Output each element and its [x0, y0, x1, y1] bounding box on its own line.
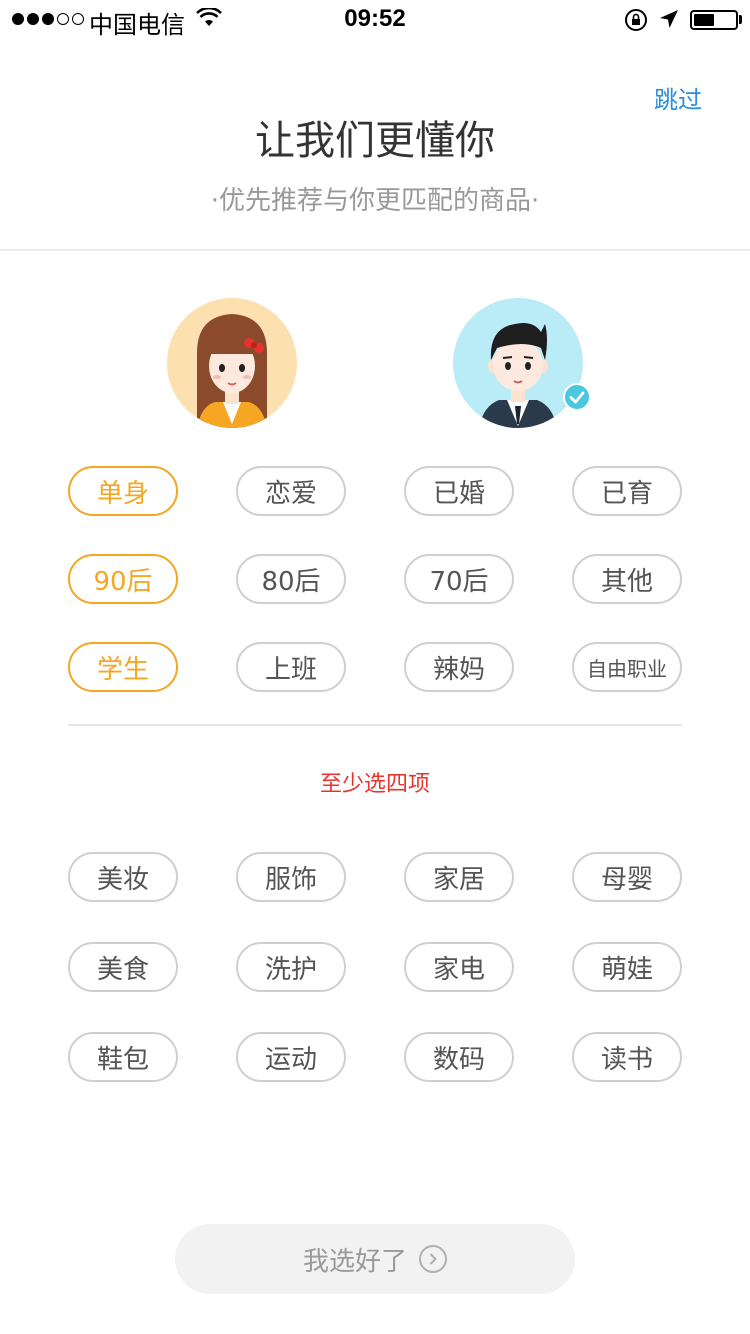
page-title: 让我们更懂你: [255, 118, 495, 164]
battery-icon: [690, 10, 738, 30]
orientation-lock-icon: [624, 8, 648, 36]
tag-jia-dian[interactable]: 家电: [404, 942, 514, 992]
min-selection-hint: 至少选四项: [319, 772, 430, 797]
tag-yi-yu[interactable]: 已育: [572, 466, 682, 516]
tag-fu-shi[interactable]: 服饰: [236, 852, 346, 902]
tag-90-hou[interactable]: 90后: [68, 554, 178, 604]
location-arrow-icon: [658, 8, 680, 34]
section-divider: [68, 724, 682, 726]
page-subtitle: ·优先推荐与你更匹配的商品·: [210, 186, 540, 216]
tag-du-shu[interactable]: 读书: [572, 1032, 682, 1082]
male-avatar-icon: [453, 298, 583, 428]
header-divider: [0, 249, 750, 251]
tag-yi-hun[interactable]: 已婚: [404, 466, 514, 516]
tag-dan-shen[interactable]: 单身: [68, 466, 178, 516]
tag-mei-shi[interactable]: 美食: [68, 942, 178, 992]
profile-tag-grid: 单身 恋爱 已婚 已育 90后 80后 70后 其他 学生 上班 辣妈 自由职业: [68, 466, 682, 692]
tag-xue-sheng[interactable]: 学生: [68, 642, 178, 692]
female-avatar-option[interactable]: [167, 298, 297, 428]
tag-zi-you-zhi-ye[interactable]: 自由职业: [572, 642, 682, 692]
battery-level: [694, 14, 714, 26]
female-avatar-icon: [167, 298, 297, 428]
tag-shu-ma[interactable]: 数码: [404, 1032, 514, 1082]
tag-80-hou[interactable]: 80后: [236, 554, 346, 604]
tag-yun-dong[interactable]: 运动: [236, 1032, 346, 1082]
tag-la-ma[interactable]: 辣妈: [404, 642, 514, 692]
tag-jia-ju[interactable]: 家居: [404, 852, 514, 902]
tag-mei-zhuang[interactable]: 美妆: [68, 852, 178, 902]
tag-lian-ai[interactable]: 恋爱: [236, 466, 346, 516]
done-button-label: 我选好了: [302, 1246, 407, 1277]
chevron-right-icon: [419, 1245, 447, 1273]
done-button[interactable]: 我选好了: [175, 1224, 575, 1294]
battery-tip: [739, 15, 742, 24]
tag-meng-wa[interactable]: 萌娃: [572, 942, 682, 992]
tag-xi-hu[interactable]: 洗护: [236, 942, 346, 992]
tag-xie-bao[interactable]: 鞋包: [68, 1032, 178, 1082]
male-avatar-option[interactable]: [453, 298, 591, 428]
selected-check-icon: [563, 383, 591, 411]
interest-tag-grid: 美妆 服饰 家居 母婴 美食 洗护 家电 萌娃 鞋包 运动 数码 读书: [68, 852, 682, 1082]
tag-qi-ta[interactable]: 其他: [572, 554, 682, 604]
tag-70-hou[interactable]: 70后: [404, 554, 514, 604]
status-bar: 中国电信 09:52: [0, 0, 750, 40]
tag-mu-ying[interactable]: 母婴: [572, 852, 682, 902]
tag-shang-ban[interactable]: 上班: [236, 642, 346, 692]
